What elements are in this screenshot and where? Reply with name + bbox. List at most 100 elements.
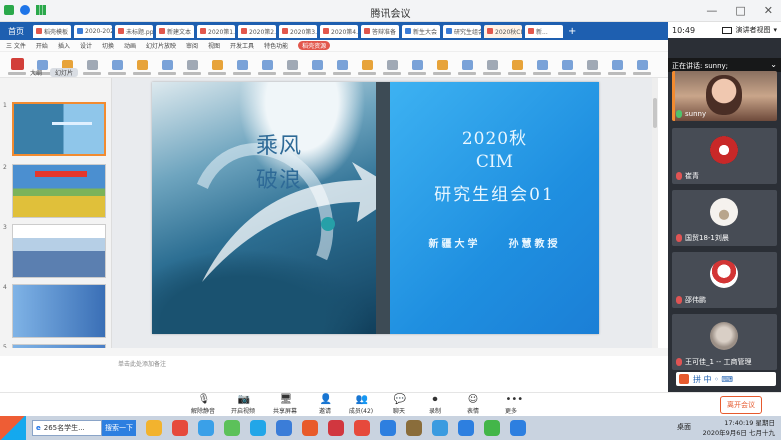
document-tab[interactable]: 2020第1.ppt <box>197 24 235 38</box>
ribbon-button[interactable] <box>81 60 103 75</box>
ribbon-button[interactable] <box>256 60 278 75</box>
ribbon-button[interactable] <box>331 60 353 75</box>
tab-slides[interactable]: 幻灯片 <box>50 68 79 77</box>
participant-video-sunny[interactable]: sunny <box>672 71 777 121</box>
search-button[interactable]: 搜索一下 <box>102 420 136 436</box>
document-tab[interactable]: 2020第2.ppt <box>238 24 276 38</box>
participant-tile[interactable]: 国贸18-1刘晨 <box>672 190 777 246</box>
taskbar-app-icon[interactable] <box>172 420 188 436</box>
chat-button[interactable]: 💬 聊天 <box>382 393 416 415</box>
taskbar-app-icon[interactable] <box>510 420 526 436</box>
ribbon-button[interactable] <box>481 60 503 75</box>
taskbar-app-icon[interactable] <box>250 420 266 436</box>
close-icon[interactable]: ✕ <box>764 4 773 17</box>
ribbon-button[interactable] <box>531 60 553 75</box>
slide-thumbnail-3[interactable] <box>12 224 106 278</box>
document-tab[interactable]: 新生大会 <box>402 24 440 38</box>
participant-tile[interactable]: 王可佳_1 -- 工商管理 <box>672 314 777 370</box>
new-tab-icon[interactable]: + <box>568 26 576 37</box>
view-mode-button[interactable]: 演讲者视图 ▾ <box>722 25 777 35</box>
ribbon-button[interactable] <box>381 60 403 75</box>
ribbon-button[interactable] <box>581 60 603 75</box>
document-tab[interactable]: 稻壳模板 <box>33 24 71 38</box>
ribbon-button[interactable] <box>181 60 203 75</box>
input-method-bar[interactable]: 拼 中 ◦ ⌨ <box>676 372 776 386</box>
system-clock[interactable]: 17:40:19 星期日 2020年9月6日 七月十九 <box>703 418 775 438</box>
leave-meeting-button[interactable]: 离开会议 <box>720 396 762 414</box>
ribbon-button[interactable] <box>306 60 328 75</box>
taskbar-app-icon[interactable] <box>302 420 318 436</box>
ribbon-button[interactable] <box>356 60 378 75</box>
menu-item[interactable]: 插入 <box>58 41 70 50</box>
document-tab[interactable]: 2020第4.ppt <box>320 24 358 38</box>
ribbon-button[interactable] <box>606 60 628 75</box>
more-button[interactable]: ••• 更多 <box>494 393 528 415</box>
current-slide[interactable]: 乘风 破浪 2020秋 CIM 研究生组会01 新疆大学 孙慧教授 <box>152 82 599 334</box>
menu-item[interactable]: 特色功能 <box>264 41 288 50</box>
ribbon-button[interactable] <box>156 60 178 75</box>
menu-item[interactable]: 切换 <box>102 41 114 50</box>
document-tab[interactable]: 答辩准备 <box>361 24 399 38</box>
taskbar-app-icon[interactable] <box>198 420 214 436</box>
ribbon-button[interactable] <box>631 60 653 75</box>
document-tab[interactable]: 2020-2021 <box>74 24 112 38</box>
emoji-button[interactable]: ☺ 表情 <box>456 393 490 415</box>
document-tab[interactable]: 新... <box>525 24 563 38</box>
slide-thumbnail-1[interactable] <box>12 102 106 156</box>
taskbar-search-input[interactable]: e 265名学生... <box>32 420 102 436</box>
notes-placeholder[interactable]: 单击此处添加备注 <box>112 356 652 370</box>
menu-item[interactable]: 幻灯片放映 <box>146 41 176 50</box>
tab-outline[interactable]: 大纲 <box>30 68 42 77</box>
taskbar-app-icon[interactable] <box>406 420 422 436</box>
ribbon-button[interactable] <box>206 60 228 75</box>
menu-item[interactable]: 开始 <box>36 41 48 50</box>
taskbar-app-icon[interactable] <box>380 420 396 436</box>
horizontal-scrollbar[interactable] <box>0 348 668 356</box>
taskbar-app-icon[interactable] <box>484 420 500 436</box>
menu-item[interactable]: 稻壳资源 <box>298 41 331 50</box>
record-button[interactable]: ⏺ 录制 <box>418 393 452 415</box>
collapse-icon[interactable]: ⌄ <box>770 60 777 69</box>
minimize-icon[interactable]: — <box>706 4 717 17</box>
document-tab[interactable]: 2020第3.ppt <box>279 24 317 38</box>
home-tab[interactable]: 首页 <box>2 26 30 37</box>
maximize-icon[interactable]: □ <box>735 4 745 17</box>
menu-item[interactable]: 开发工具 <box>230 41 254 50</box>
ribbon-button[interactable] <box>131 60 153 75</box>
taskbar-app-icon[interactable] <box>328 420 344 436</box>
ribbon-button[interactable] <box>406 60 428 75</box>
taskbar-app-icon[interactable] <box>146 420 162 436</box>
menu-item[interactable]: 动画 <box>124 41 136 50</box>
ribbon-button[interactable] <box>556 60 578 75</box>
document-tab[interactable]: 新建文本 <box>156 24 194 38</box>
taskbar-app-icon[interactable] <box>432 420 448 436</box>
participant-tile[interactable]: 崔青 <box>672 128 777 184</box>
ribbon-button[interactable] <box>456 60 478 75</box>
taskbar-app-icon[interactable] <box>276 420 292 436</box>
ribbon-button[interactable] <box>231 60 253 75</box>
ribbon-button[interactable] <box>431 60 453 75</box>
share-screen-button[interactable]: 🖥 共享屏幕 <box>268 393 302 415</box>
slide-thumbnail-4[interactable] <box>12 284 106 338</box>
camera-off-button[interactable]: 📷 开启视频 <box>226 393 260 415</box>
taskbar-app-icon[interactable] <box>354 420 370 436</box>
taskbar-app-icon[interactable] <box>224 420 240 436</box>
participant-tile[interactable]: 邵伟鹏 <box>672 252 777 308</box>
menu-item[interactable]: 视图 <box>208 41 220 50</box>
microphone-muted-button[interactable]: 🎙 解除静音 <box>186 393 220 415</box>
menu-item[interactable]: 审阅 <box>186 41 198 50</box>
ribbon-button[interactable] <box>6 58 28 75</box>
document-tab[interactable]: 未标题.ppt <box>115 24 153 38</box>
document-tab[interactable]: 2020秋CIM <box>484 24 522 38</box>
vertical-scrollbar[interactable] <box>652 78 658 348</box>
start-button[interactable] <box>0 416 26 440</box>
menu-item[interactable]: 三 文件 <box>6 41 26 50</box>
document-tab[interactable]: 研究生组会 <box>443 24 481 38</box>
ribbon-button[interactable] <box>281 60 303 75</box>
ribbon-button[interactable] <box>106 60 128 75</box>
ribbon-button[interactable] <box>506 60 528 75</box>
slide-thumbnail-2[interactable] <box>12 164 106 218</box>
members-button[interactable]: 👥 成员(42) <box>344 393 378 415</box>
desktop-toggle[interactable]: 桌面 <box>677 422 691 432</box>
menu-item[interactable]: 设计 <box>80 41 92 50</box>
